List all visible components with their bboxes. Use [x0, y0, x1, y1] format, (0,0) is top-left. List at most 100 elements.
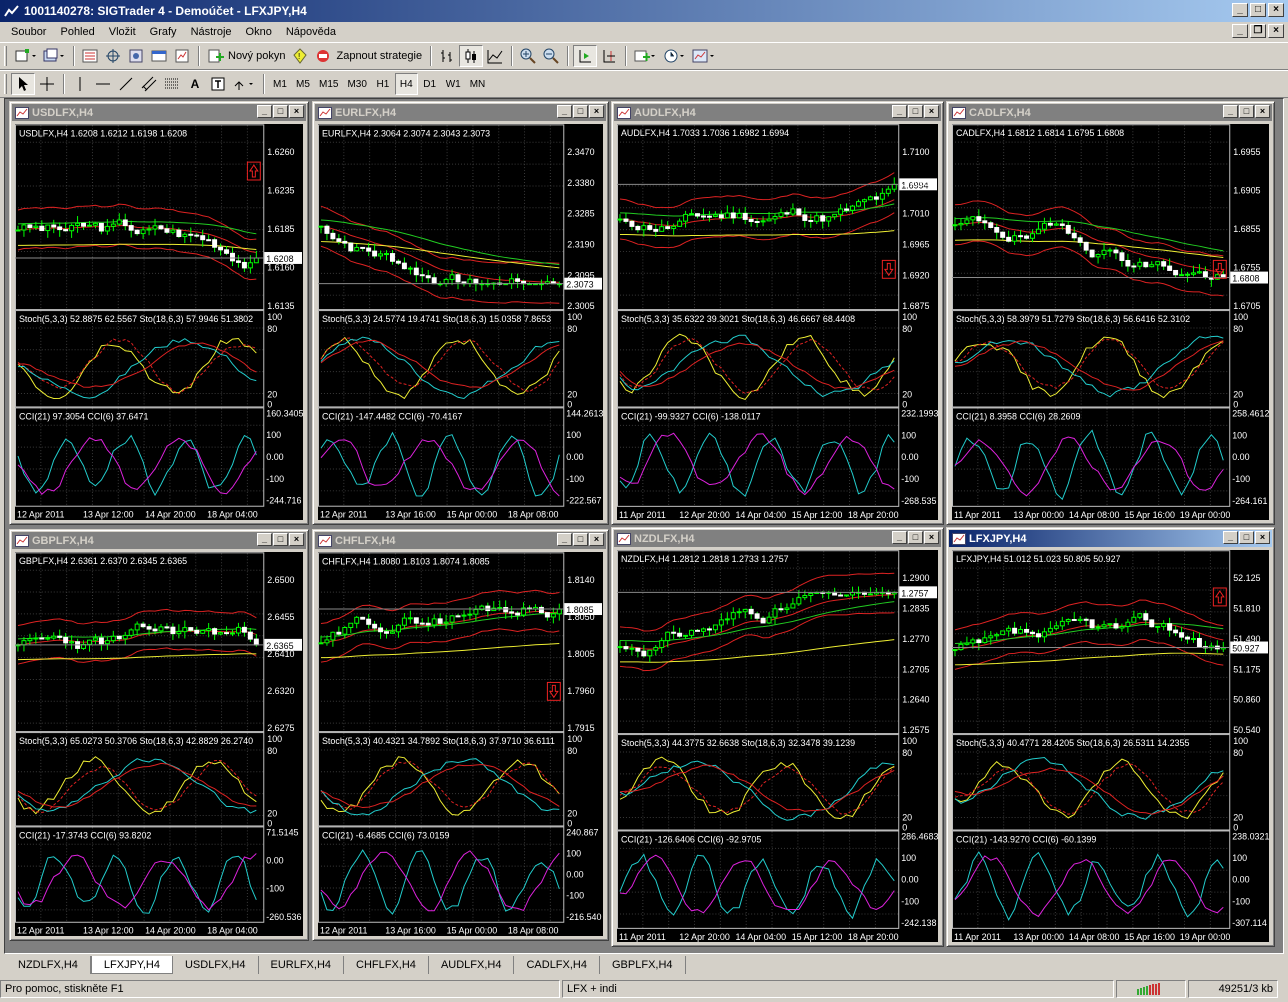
timeframe-d1[interactable]: D1 — [419, 73, 441, 95]
vertical-line-button[interactable] — [69, 73, 91, 95]
chart-maximize-button[interactable]: □ — [573, 533, 588, 546]
fibonacci-button[interactable] — [161, 73, 183, 95]
zoom-out-button[interactable] — [540, 45, 562, 67]
chart-canvas[interactable]: 1.8085 1.8140 1.8050 1.8005 1.7960 1.7915 CHFL… — [318, 552, 603, 936]
chart-tab[interactable]: EURLFX,H4 — [259, 956, 345, 974]
periods-button[interactable] — [660, 45, 688, 67]
chart-window-title[interactable]: GBPLFX,H4 _ □ × — [12, 532, 306, 549]
timeframe-w1[interactable]: W1 — [442, 73, 465, 95]
chart-tab[interactable]: LFXJPY,H4 — [90, 956, 173, 974]
terminal-button[interactable] — [148, 45, 170, 67]
chart-maximize-button[interactable]: □ — [573, 105, 588, 118]
timeframe-m30[interactable]: M30 — [343, 73, 370, 95]
chart-close-button[interactable]: × — [589, 533, 604, 546]
toolbar-grip[interactable] — [4, 74, 7, 94]
trendline-button[interactable] — [115, 73, 137, 95]
menu-file[interactable]: Soubor — [4, 26, 53, 38]
chart-window-title[interactable]: NZDLFX,H4 _ □ × — [614, 530, 941, 547]
chart-close-button[interactable]: × — [289, 533, 304, 546]
horizontal-line-button[interactable] — [92, 73, 114, 95]
chart-close-button[interactable]: × — [1255, 531, 1270, 544]
timeframe-h1[interactable]: H1 — [372, 73, 394, 95]
chart-canvas[interactable]: 1.6208 1.6260 1.6235 1.6185 1.6160 1.6135 USDL… — [15, 124, 303, 520]
chart-window[interactable]: CADLFX,H4 _ □ × 1.6808 1.6955 1.6905 1.6855… — [946, 101, 1275, 525]
candle-chart-button[interactable] — [459, 45, 484, 67]
menu-insert[interactable]: Vložit — [102, 26, 143, 38]
chart-maximize-button[interactable]: □ — [908, 105, 923, 118]
timeframe-h4[interactable]: H4 — [394, 73, 418, 95]
channel-button[interactable] — [138, 73, 160, 95]
timeframe-m15[interactable]: M15 — [315, 73, 342, 95]
chart-shift-button[interactable] — [598, 45, 620, 67]
zoom-in-button[interactable] — [517, 45, 539, 67]
chart-minimize-button[interactable]: _ — [1223, 105, 1238, 118]
chart-window-title[interactable]: CADLFX,H4 _ □ × — [949, 104, 1272, 121]
chart-minimize-button[interactable]: _ — [257, 105, 272, 118]
chart-minimize-button[interactable]: _ — [557, 105, 572, 118]
chart-tab[interactable]: AUDLFX,H4 — [429, 956, 515, 974]
chart-window-title[interactable]: CHFLFX,H4 _ □ × — [315, 532, 606, 549]
minimize-button[interactable]: _ — [1232, 3, 1248, 17]
menu-help[interactable]: Nápověda — [279, 26, 343, 38]
new-chart-button[interactable] — [11, 45, 39, 67]
indicators-button[interactable] — [631, 45, 659, 67]
chart-window-title[interactable]: USDLFX,H4 _ □ × — [12, 104, 306, 121]
chart-maximize-button[interactable]: □ — [1239, 531, 1254, 544]
strategies-button[interactable]: Zapnout strategie — [312, 45, 425, 67]
menu-view[interactable]: Pohled — [53, 26, 101, 38]
timeframe-m5[interactable]: M5 — [292, 73, 314, 95]
chart-canvas[interactable]: 1.6808 1.6955 1.6905 1.6855 1.6755 1.6705 CADL… — [952, 124, 1269, 520]
chart-tab[interactable]: GBPLFX,H4 — [600, 956, 686, 974]
menu-window[interactable]: Okno — [239, 26, 279, 38]
chart-minimize-button[interactable]: _ — [892, 105, 907, 118]
chart-tab[interactable]: USDLFX,H4 — [173, 956, 259, 974]
chart-tab[interactable]: NZDLFX,H4 — [6, 956, 91, 974]
cursor-button[interactable] — [11, 73, 35, 95]
timeframe-mn[interactable]: MN — [466, 73, 490, 95]
chart-window[interactable]: CHFLFX,H4 _ □ × 1.8085 1.8140 1.8050 1.8005… — [312, 529, 609, 941]
chart-maximize-button[interactable]: □ — [273, 105, 288, 118]
market-watch-button[interactable] — [79, 45, 101, 67]
chart-window[interactable]: USDLFX,H4 _ □ × 1.6208 1.6260 1.6235 1.6185… — [9, 101, 309, 525]
chart-close-button[interactable]: × — [924, 531, 939, 544]
chart-window[interactable]: EURLFX,H4 _ □ × 2.3073 2.3470 2.3380 2.3285… — [312, 101, 609, 525]
toolbar-grip[interactable] — [4, 46, 7, 66]
crosshair-button[interactable] — [36, 73, 58, 95]
chart-maximize-button[interactable]: □ — [908, 531, 923, 544]
mdi-minimize-button[interactable]: _ — [1232, 24, 1248, 38]
chart-close-button[interactable]: × — [289, 105, 304, 118]
chart-minimize-button[interactable]: _ — [257, 533, 272, 546]
mdi-restore-button[interactable]: ❐ — [1250, 24, 1266, 38]
text-button[interactable]: A — [184, 73, 206, 95]
chart-maximize-button[interactable]: □ — [273, 533, 288, 546]
chart-window-title[interactable]: EURLFX,H4 _ □ × — [315, 104, 606, 121]
arrows-button[interactable] — [230, 73, 258, 95]
chart-minimize-button[interactable]: _ — [557, 533, 572, 546]
mdi-close-button[interactable]: × — [1268, 24, 1284, 38]
chart-canvas[interactable]: 50.927 52.125 51.810 51.490 51.175 50.860 50.5… — [952, 550, 1269, 942]
maximize-button[interactable]: □ — [1250, 3, 1266, 17]
chart-window[interactable]: GBPLFX,H4 _ □ × 2.6365 2.6500 2.6455 2.6410… — [9, 529, 309, 941]
templates-button[interactable] — [689, 45, 719, 67]
chart-canvas[interactable]: 1.2757 1.2900 1.2835 1.2770 1.2705 1.2640 1.25… — [617, 550, 938, 942]
chart-window-title[interactable]: LFXJPY,H4 _ □ × — [949, 530, 1272, 547]
chart-canvas[interactable]: 2.3073 2.3470 2.3380 2.3285 2.3190 2.3095 2.30… — [318, 124, 603, 520]
chart-window-title[interactable]: AUDLFX,H4 _ □ × — [614, 104, 941, 121]
chart-maximize-button[interactable]: □ — [1239, 105, 1254, 118]
chart-tab[interactable]: CADLFX,H4 — [514, 956, 600, 974]
menu-charts[interactable]: Grafy — [143, 26, 184, 38]
tester-button[interactable] — [171, 45, 193, 67]
timeframe-m1[interactable]: M1 — [269, 73, 291, 95]
new-order-button[interactable]: Nový pokyn — [204, 45, 288, 67]
chart-window[interactable]: NZDLFX,H4 _ □ × 1.2757 1.2900 1.2835 1.2770… — [611, 527, 944, 947]
bar-chart-button[interactable] — [436, 45, 458, 67]
menu-tools[interactable]: Nástroje — [184, 26, 239, 38]
close-button[interactable]: × — [1268, 3, 1284, 17]
chart-close-button[interactable]: × — [924, 105, 939, 118]
chart-canvas[interactable]: 2.6365 2.6500 2.6455 2.6410 2.6320 2.6275 GBPL… — [15, 552, 303, 936]
profiles-button[interactable] — [40, 45, 68, 67]
chart-tab[interactable]: CHFLFX,H4 — [344, 956, 429, 974]
data-window-button[interactable] — [102, 45, 124, 67]
chart-canvas[interactable]: 1.6994 1.7100 1.7055 1.7010 1.6965 1.6920 1.68… — [617, 124, 938, 520]
chart-close-button[interactable]: × — [589, 105, 604, 118]
